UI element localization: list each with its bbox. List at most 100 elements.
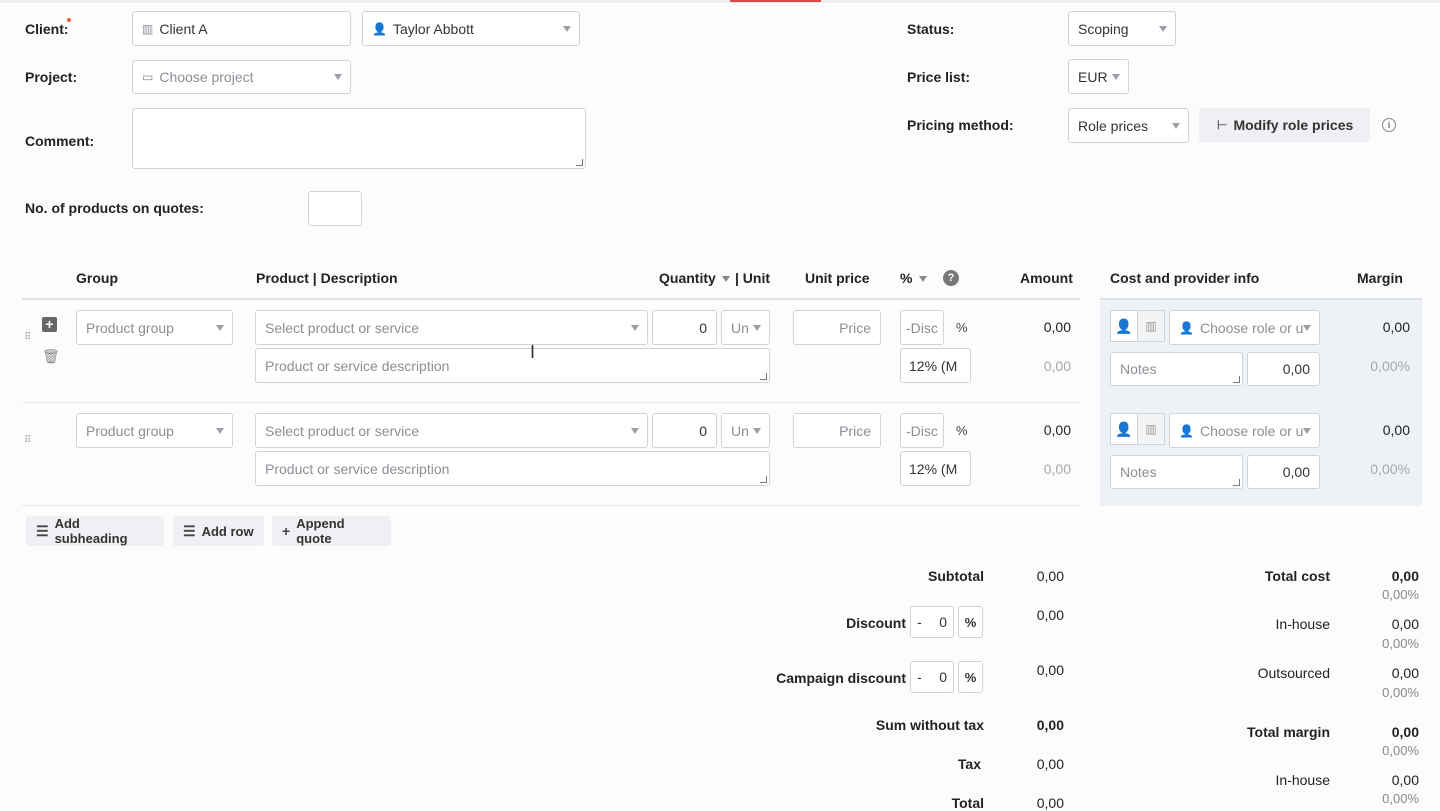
inhouse-toggle[interactable]: 👤	[1110, 310, 1138, 342]
margin-inhouse-value: 0,00	[1391, 772, 1419, 788]
unit-select[interactable]: Un	[721, 310, 770, 345]
product-group-select[interactable]: Product group	[76, 310, 233, 345]
quantity-value: 0	[699, 319, 707, 336]
plus-icon: +	[282, 523, 291, 539]
add-row-button[interactable]: ☰ Add row	[173, 516, 264, 546]
product-group-select[interactable]: Product group	[76, 413, 233, 448]
add-subheading-button[interactable]: ☰ Add subheading	[26, 516, 164, 546]
resize-handle-icon[interactable]	[760, 476, 767, 483]
chevron-down-icon	[334, 74, 342, 80]
info-icon[interactable]: i	[1382, 118, 1396, 132]
resize-handle-icon[interactable]	[760, 373, 767, 380]
outsourced-toggle[interactable]: ▥	[1137, 310, 1165, 342]
unit-placeholder: Un	[731, 319, 749, 336]
add-subheading-label: Add subheading	[54, 516, 128, 546]
status-value: Scoping	[1078, 20, 1129, 37]
trash-icon[interactable]: 🗑	[42, 348, 60, 365]
drag-handle-icon[interactable]: ⠿	[24, 332, 31, 343]
subtotal-label: Subtotal	[928, 568, 984, 584]
notes-textarea[interactable]: Notes	[1110, 455, 1243, 489]
role-select[interactable]: 👤 Choose role or u	[1169, 413, 1320, 448]
person-icon: 👤	[1179, 423, 1194, 438]
row-margin-pct: 0,00%	[1370, 461, 1410, 477]
price-list-value: EUR	[1078, 68, 1108, 85]
pricing-method-select[interactable]: Role prices	[1068, 108, 1189, 143]
description-textarea[interactable]: Product or service description	[255, 348, 770, 383]
discount-input[interactable]: -Disc	[900, 413, 944, 448]
header-quantity[interactable]: Quantity	[659, 270, 716, 286]
status-label: Status:	[907, 21, 955, 37]
product-select[interactable]: Select product or service	[255, 413, 648, 448]
product-select[interactable]: Select product or service	[255, 310, 648, 345]
percent-dropdown-icon[interactable]	[919, 276, 927, 282]
price-input[interactable]: Price	[793, 310, 881, 345]
help-icon[interactable]: ?	[943, 270, 959, 286]
notes-textarea[interactable]: Notes	[1110, 352, 1243, 386]
discount-total-input[interactable]: - 0	[910, 606, 954, 638]
top-border	[0, 0, 1440, 3]
percent-sign: %	[956, 320, 968, 335]
resize-handle-icon[interactable]	[1233, 479, 1240, 486]
header-unit-price: Unit price	[805, 270, 870, 286]
notes-placeholder: Notes	[1120, 464, 1157, 480]
quantity-input[interactable]: 0	[652, 310, 717, 345]
discount-placeholder: -Disc	[906, 319, 938, 336]
discount-sign: -	[917, 614, 922, 630]
total-cost-pct: 0,00%	[1382, 587, 1419, 602]
total-margin-pct: 0,00%	[1382, 743, 1419, 758]
description-placeholder: Product or service description	[265, 357, 450, 374]
vat-value: 12% (M	[909, 460, 958, 477]
discount-label: Discount	[846, 615, 906, 631]
total-cost-label: Total cost	[1264, 568, 1330, 584]
discount-unit: %	[958, 606, 983, 638]
discount-input[interactable]: -Disc	[900, 310, 944, 345]
inhouse-pct: 0,00%	[1382, 636, 1419, 651]
quantity-input[interactable]: 0	[652, 413, 717, 448]
tax-value: 0,00	[1036, 756, 1064, 772]
outsourced-toggle[interactable]: ▥	[1137, 413, 1165, 445]
append-quote-button[interactable]: + Append quote	[272, 516, 391, 546]
folder-icon: ▭	[142, 70, 154, 84]
subheading-icon: ☰	[36, 522, 49, 539]
product-group-placeholder: Product group	[86, 422, 174, 439]
total-label: Total	[951, 795, 984, 811]
product-placeholder: Select product or service	[265, 422, 420, 439]
modify-role-prices-button[interactable]: ⊢ Modify role prices	[1199, 108, 1370, 142]
vat-value: 12% (M	[909, 357, 958, 374]
comment-textarea[interactable]	[132, 108, 586, 169]
hierarchy-icon: ⊢	[1217, 118, 1228, 132]
header-percent[interactable]: %	[900, 270, 912, 286]
status-select[interactable]: Scoping	[1068, 11, 1176, 46]
description-textarea[interactable]: Product or service description	[255, 451, 770, 486]
cost-input[interactable]: 0,00	[1247, 352, 1320, 386]
price-placeholder: Price	[839, 319, 871, 336]
quantity-sort-icon[interactable]	[722, 276, 730, 282]
resize-handle-icon[interactable]	[576, 159, 583, 166]
chevron-down-icon	[563, 25, 571, 32]
vat-select[interactable]: 12% (M	[900, 348, 971, 383]
cost-value: 0,00	[1282, 464, 1310, 480]
description-placeholder: Product or service description	[265, 460, 450, 477]
sum-without-tax-value: 0,00	[1036, 717, 1064, 733]
tax-label: Tax	[957, 756, 981, 772]
building-icon: ▥	[1145, 422, 1157, 436]
role-select[interactable]: 👤 Choose role or u	[1169, 310, 1320, 345]
campaign-discount-input[interactable]: - 0	[910, 661, 954, 693]
chevron-down-icon	[1172, 122, 1180, 129]
products-count-input[interactable]	[308, 191, 362, 226]
unit-select[interactable]: Un	[721, 413, 770, 448]
cost-input[interactable]: 0,00	[1247, 455, 1320, 489]
contact-select[interactable]: 👤 Taylor Abbott	[362, 11, 580, 46]
vat-select[interactable]: 12% (M	[900, 451, 971, 486]
client-select[interactable]: ▥ Client A	[132, 11, 351, 46]
row-amount: 0,00	[1043, 319, 1071, 335]
add-subrow-icon[interactable]: +	[42, 317, 57, 332]
resize-handle-icon[interactable]	[1233, 376, 1240, 383]
text-cursor-icon: I	[530, 342, 536, 362]
price-input[interactable]: Price	[793, 413, 881, 448]
drag-handle-icon[interactable]: ⠿	[24, 435, 31, 446]
modify-role-prices-label: Modify role prices	[1233, 117, 1354, 133]
price-list-select[interactable]: EUR	[1068, 59, 1129, 94]
project-select[interactable]: ▭ Choose project	[132, 60, 351, 94]
inhouse-toggle[interactable]: 👤	[1110, 413, 1138, 445]
